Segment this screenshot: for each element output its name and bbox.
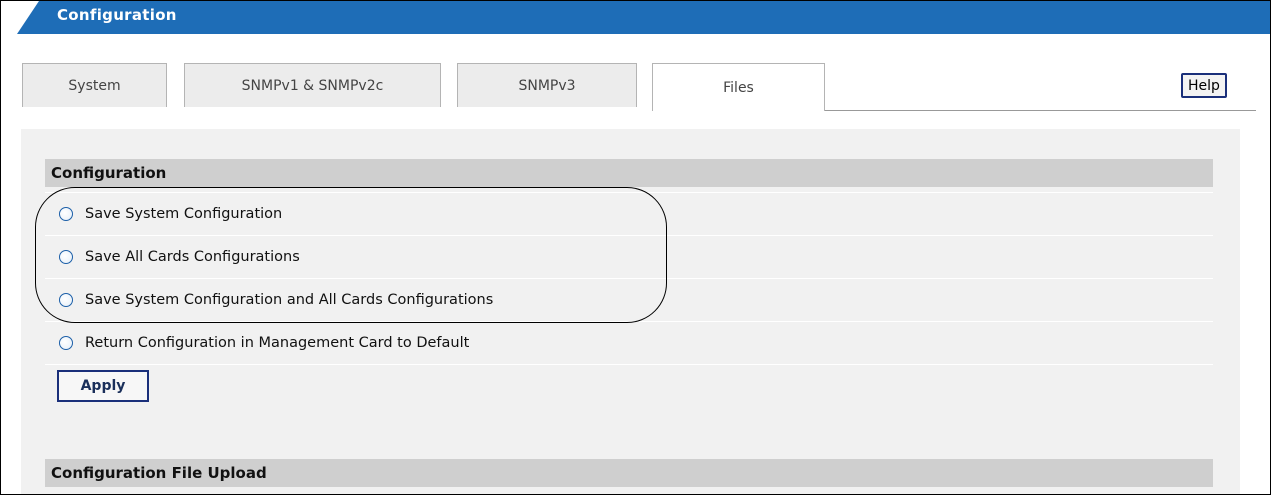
radio-button[interactable]	[59, 336, 73, 350]
title-banner	[17, 1, 1270, 34]
radio-button[interactable]	[59, 293, 73, 307]
tab-strip-divider	[825, 110, 1256, 111]
radio-button[interactable]	[59, 207, 73, 221]
option-save-all-cards-configurations[interactable]: Save All Cards Configurations	[45, 235, 1213, 278]
tab-system[interactable]: System	[22, 63, 167, 107]
tab-snmpv3[interactable]: SNMPv3	[457, 63, 637, 107]
tab-files[interactable]: Files	[652, 63, 825, 111]
option-label: Return Configuration in Management Card …	[85, 335, 470, 351]
configuration-window: Configuration System SNMPv1 & SNMPv2c SN…	[0, 0, 1271, 495]
files-panel: Configuration Save System Configuration …	[21, 129, 1240, 494]
help-button[interactable]: Help	[1181, 73, 1227, 98]
option-label: Save System Configuration	[85, 206, 283, 222]
configuration-section-header: Configuration	[45, 159, 1213, 187]
configuration-file-upload-header: Configuration File Upload	[45, 459, 1213, 487]
title-bar: Configuration	[1, 1, 1270, 35]
option-save-system-configuration[interactable]: Save System Configuration	[45, 192, 1213, 235]
tab-snmpv1-snmpv2c[interactable]: SNMPv1 & SNMPv2c	[184, 63, 441, 107]
option-label: Save System Configuration and All Cards …	[85, 292, 494, 308]
option-return-to-default[interactable]: Return Configuration in Management Card …	[45, 321, 1213, 364]
option-save-system-and-all-cards[interactable]: Save System Configuration and All Cards …	[45, 278, 1213, 321]
radio-button[interactable]	[59, 250, 73, 264]
page-title: Configuration	[57, 6, 177, 24]
option-label: Save All Cards Configurations	[85, 249, 300, 265]
apply-row: Apply	[45, 364, 1213, 407]
apply-button[interactable]: Apply	[57, 370, 149, 402]
